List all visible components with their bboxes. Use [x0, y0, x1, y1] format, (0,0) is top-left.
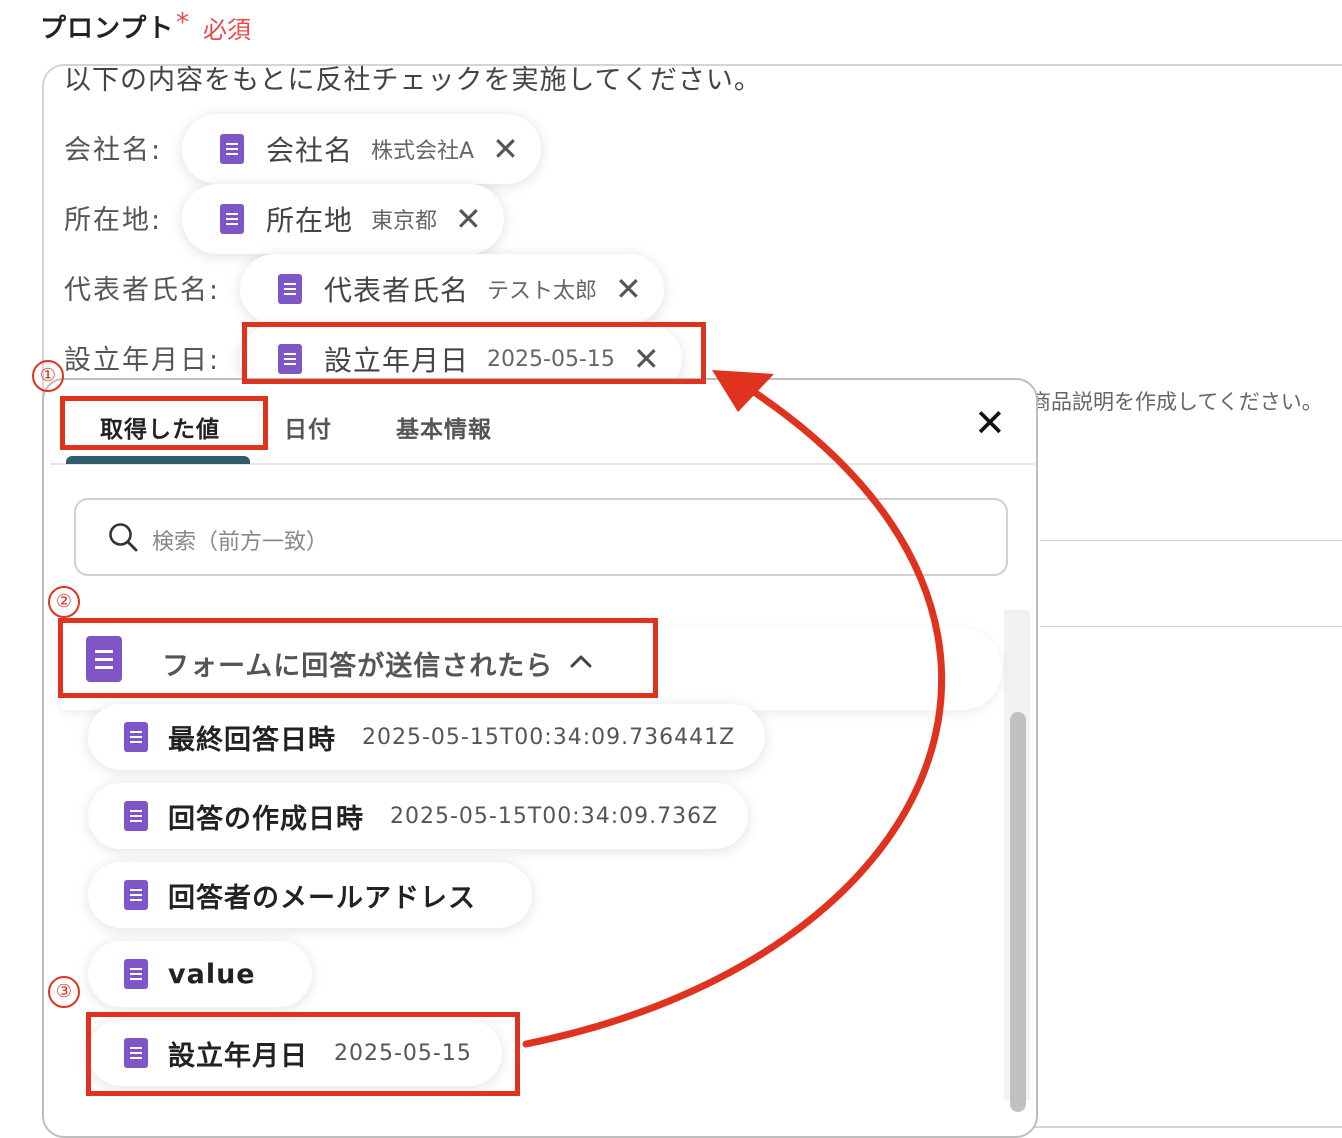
annotation-step-3: ③	[48, 976, 80, 1008]
divider	[1040, 540, 1342, 541]
list-item[interactable]: 回答の作成日時 2025-05-15T00:34:09.736Z	[88, 783, 749, 849]
google-forms-doc-icon	[124, 801, 148, 831]
chip-name: 所在地	[266, 204, 354, 237]
annotation-box-established-chip	[242, 322, 706, 384]
field-label-address: 所在地:	[64, 205, 163, 236]
tab-date[interactable]: 日付	[284, 410, 332, 444]
item-value: 2025-05-15T00:34:09.736Z	[390, 803, 719, 829]
chip-name: 代表者氏名	[324, 274, 470, 307]
prompt-first-line: 以下の内容をもとに反社チェックを実施してください。	[64, 65, 762, 96]
chip-value: テスト太郎	[487, 279, 598, 304]
variable-chip-address[interactable]: 所在地 東京都 ✕	[182, 184, 504, 254]
item-name: 回答の作成日時	[168, 803, 364, 835]
search-placeholder: 検索（前方一致）	[152, 530, 329, 555]
google-forms-doc-icon	[124, 959, 148, 989]
search-icon	[109, 523, 138, 552]
chip-value: 東京都	[371, 209, 438, 234]
field-label-company: 会社名:	[64, 135, 163, 166]
annotation-box-tab	[60, 396, 268, 450]
google-forms-doc-icon	[220, 134, 244, 164]
item-name: 回答者のメールアドレス	[168, 882, 476, 914]
variable-chip-representative[interactable]: 代表者氏名 テスト太郎 ✕	[240, 254, 664, 324]
field-label-established: 設立年月日:	[64, 345, 221, 376]
variable-chip-company[interactable]: 会社名 株式会社A ✕	[182, 114, 541, 184]
prompt-label: プロンプト	[40, 14, 175, 44]
active-tab-indicator	[66, 456, 250, 464]
list-item[interactable]: 最終回答日時 2025-05-15T00:34:09.736441Z	[88, 704, 766, 770]
annotation-step-1: ①	[32, 360, 64, 392]
field-label-representative: 代表者氏名:	[64, 275, 221, 306]
google-forms-doc-icon	[124, 722, 148, 752]
close-icon[interactable]: ✕	[492, 133, 519, 165]
required-asterisk: *	[176, 8, 189, 38]
chip-name: 会社名	[266, 134, 354, 167]
annotation-step-2: ②	[48, 586, 80, 618]
tab-basic-info[interactable]: 基本情報	[396, 410, 492, 444]
google-forms-doc-icon	[278, 274, 302, 304]
list-item[interactable]: value	[88, 941, 312, 1007]
chip-value: 株式会社A	[371, 139, 475, 164]
divider	[1040, 626, 1342, 627]
close-icon[interactable]: ✕	[974, 404, 1006, 442]
item-name: 最終回答日時	[168, 724, 336, 756]
background-prompt-text: 商品説明を作成してください。	[1030, 390, 1323, 414]
annotation-box-group	[58, 618, 658, 698]
item-name: value	[168, 958, 256, 990]
google-forms-doc-icon	[124, 880, 148, 910]
required-text: 必須	[203, 16, 251, 44]
close-icon[interactable]: ✕	[455, 203, 482, 235]
google-forms-doc-icon	[220, 204, 244, 234]
list-item[interactable]: 回答者のメールアドレス	[88, 862, 532, 928]
scrollbar-thumb[interactable]	[1010, 712, 1026, 1112]
close-icon[interactable]: ✕	[615, 273, 642, 305]
item-value: 2025-05-15T00:34:09.736441Z	[362, 724, 736, 750]
annotation-box-item	[86, 1012, 520, 1096]
